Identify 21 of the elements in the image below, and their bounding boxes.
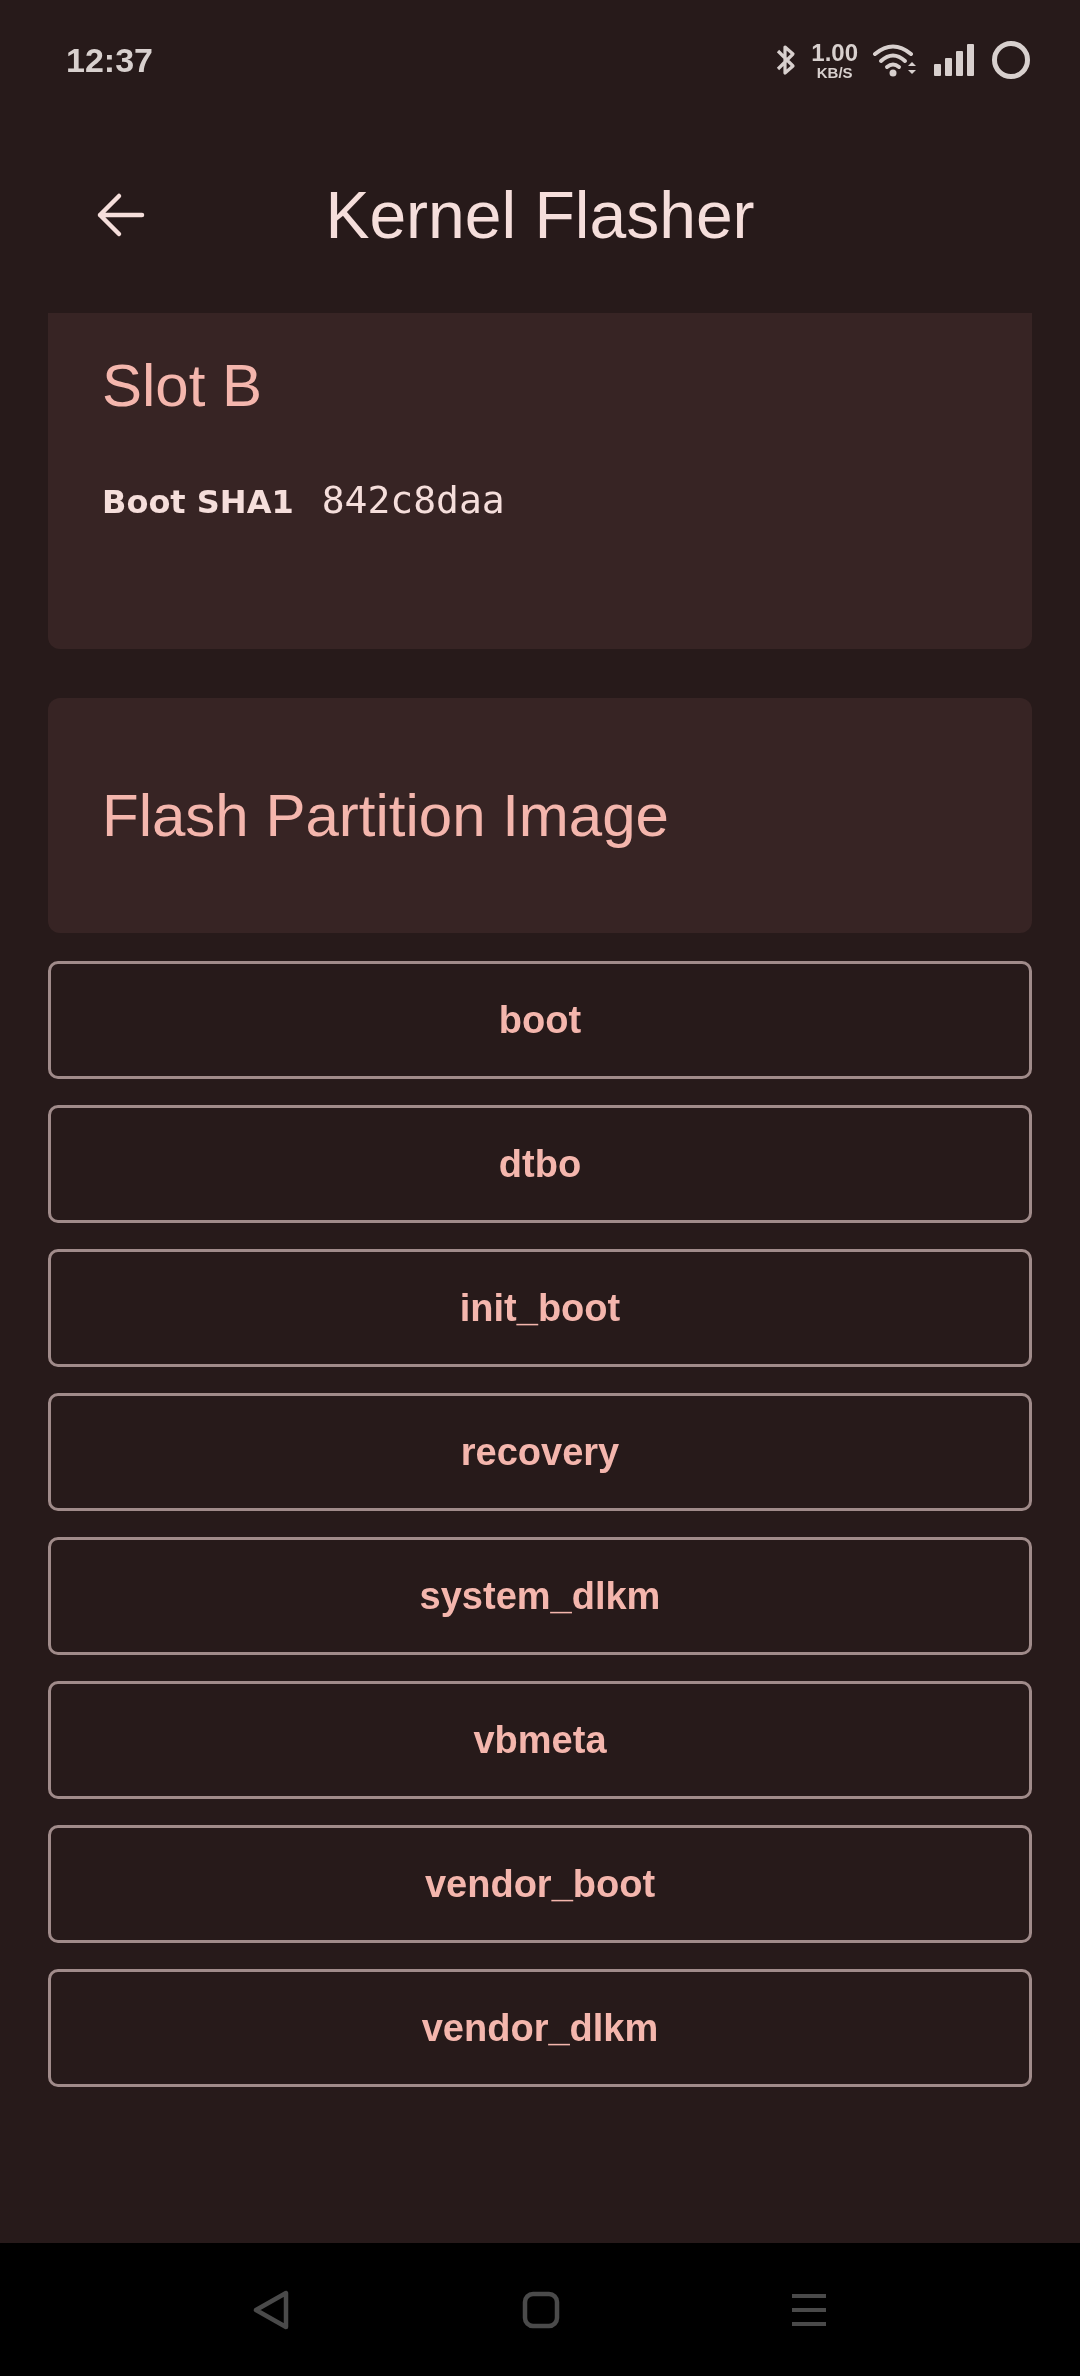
net-speed-unit: KB/S <box>816 64 853 80</box>
slot-title: Slot B <box>102 351 264 420</box>
sha-value: 842c8daa <box>321 478 505 522</box>
partition-button[interactable]: vbmeta <box>48 1681 1032 1799</box>
back-arrow-icon <box>95 192 145 238</box>
partition-button[interactable]: boot <box>48 961 1032 1079</box>
net-speed: 1.00 <box>811 40 858 65</box>
partition-button[interactable]: dtbo <box>48 1105 1032 1223</box>
partition-button[interactable]: system_dlkm <box>48 1537 1032 1655</box>
status-time: 12:37 <box>66 40 153 80</box>
partition-button[interactable]: recovery <box>48 1393 1032 1511</box>
sha-label: Boot SHA1 <box>102 483 294 521</box>
signal-icon <box>932 42 976 78</box>
wifi-icon <box>872 42 918 78</box>
partition-button[interactable]: vendor_boot <box>48 1825 1032 1943</box>
partition-button[interactable]: vendor_dlkm <box>48 1969 1032 2087</box>
partition-button[interactable]: init_boot <box>48 1249 1032 1367</box>
circle-icon <box>990 39 1032 81</box>
flash-title: Flash Partition Image <box>102 781 670 850</box>
home-nav-icon[interactable] <box>522 2290 560 2329</box>
app-title: Kernel Flasher <box>325 177 755 253</box>
